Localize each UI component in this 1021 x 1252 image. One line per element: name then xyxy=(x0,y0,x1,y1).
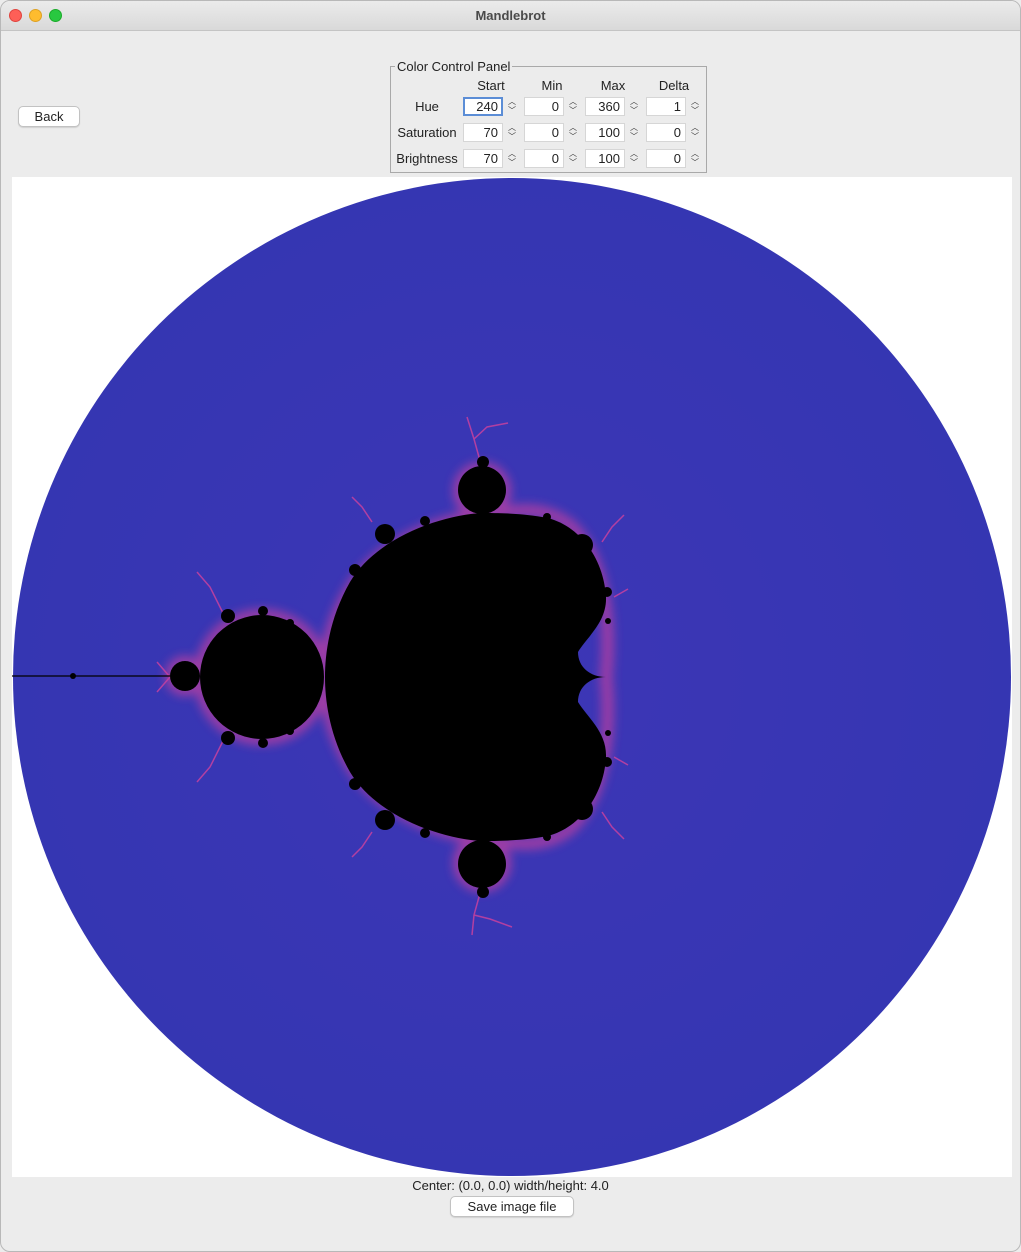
hue-start-field[interactable]: 240 xyxy=(463,97,503,116)
app-window: Mandlebrot Back Color Control Panel Star… xyxy=(0,0,1021,1252)
column-header-min: Min xyxy=(541,78,563,93)
chevron-down-icon[interactable]: ﹀ xyxy=(689,132,701,141)
color-control-panel: Color Control Panel Start Min Max Delta … xyxy=(390,59,707,173)
window-title: Mandlebrot xyxy=(475,8,546,23)
top-bulb xyxy=(458,466,506,514)
brightness-delta-field[interactable]: 0 xyxy=(646,149,686,168)
brightness-start-field[interactable]: 70 xyxy=(463,149,503,168)
title-bar: Mandlebrot xyxy=(1,1,1020,31)
chevron-up-icon[interactable]: ︿ xyxy=(506,123,518,132)
chevron-up-icon[interactable]: ︿ xyxy=(628,123,640,132)
hue-delta-field[interactable]: 1 xyxy=(646,97,686,116)
main-cardioid xyxy=(325,513,607,841)
chevron-down-icon[interactable]: ﹀ xyxy=(567,158,579,167)
chevron-down-icon[interactable]: ﹀ xyxy=(628,132,640,141)
left-bulb xyxy=(170,661,200,691)
chevron-up-icon[interactable]: ︿ xyxy=(689,97,701,106)
fractal-canvas[interactable] xyxy=(12,177,1012,1177)
column-header-max: Max xyxy=(600,78,626,93)
hue-max-spinner[interactable]: ︿ ﹀ xyxy=(628,97,640,116)
chevron-down-icon[interactable]: ﹀ xyxy=(567,132,579,141)
mandelbrot-image[interactable] xyxy=(12,177,1012,1177)
hue-delta-spinner[interactable]: ︿ ﹀ xyxy=(689,97,701,116)
row-label-saturation: Saturation xyxy=(397,125,457,140)
chevron-up-icon[interactable]: ︿ xyxy=(567,149,579,158)
row-label-hue: Hue xyxy=(415,99,439,114)
bottom-mini-bulb xyxy=(477,886,489,898)
brightness-delta-spinner[interactable]: ︿ ﹀ xyxy=(689,149,701,168)
row-label-brightness: Brightness xyxy=(396,151,458,166)
antenna-mini-brot xyxy=(70,673,76,679)
chevron-up-icon[interactable]: ︿ xyxy=(628,149,640,158)
chevron-down-icon[interactable]: ﹀ xyxy=(628,158,640,167)
hue-min-field[interactable]: 0 xyxy=(524,97,564,116)
top-mini-bulb xyxy=(477,456,489,468)
brightness-max-field[interactable]: 100 xyxy=(585,149,625,168)
hue-min-spinner[interactable]: ︿ ﹀ xyxy=(567,97,579,116)
hue-max-field[interactable]: 360 xyxy=(585,97,625,116)
chevron-down-icon[interactable]: ﹀ xyxy=(628,106,640,115)
saturation-delta-spinner[interactable]: ︿ ﹀ xyxy=(689,123,701,142)
saturation-min-spinner[interactable]: ︿ ﹀ xyxy=(567,123,579,142)
chevron-up-icon[interactable]: ︿ xyxy=(506,149,518,158)
chevron-down-icon[interactable]: ﹀ xyxy=(506,158,518,167)
period-2-bulb xyxy=(200,615,324,739)
chevron-up-icon[interactable]: ︿ xyxy=(689,123,701,132)
saturation-start-field[interactable]: 70 xyxy=(463,123,503,142)
saturation-max-field[interactable]: 100 xyxy=(585,123,625,142)
hue-start-spinner[interactable]: ︿ ﹀ xyxy=(506,97,518,116)
chevron-down-icon[interactable]: ﹀ xyxy=(689,158,701,167)
view-status: Center: (0.0, 0.0) width/height: 4.0 xyxy=(412,1178,609,1193)
panel-title: Color Control Panel xyxy=(395,59,513,74)
save-image-button[interactable]: Save image file xyxy=(450,1196,574,1217)
chevron-up-icon[interactable]: ︿ xyxy=(567,97,579,106)
saturation-start-spinner[interactable]: ︿ ﹀ xyxy=(506,123,518,142)
bottom-bulb xyxy=(458,840,506,888)
chevron-up-icon[interactable]: ︿ xyxy=(567,123,579,132)
saturation-min-field[interactable]: 0 xyxy=(524,123,564,142)
column-header-delta: Delta xyxy=(658,78,690,93)
chevron-up-icon[interactable]: ︿ xyxy=(506,97,518,106)
brightness-start-spinner[interactable]: ︿ ﹀ xyxy=(506,149,518,168)
chevron-down-icon[interactable]: ﹀ xyxy=(506,106,518,115)
brightness-max-spinner[interactable]: ︿ ﹀ xyxy=(628,149,640,168)
chevron-down-icon[interactable]: ﹀ xyxy=(567,106,579,115)
chevron-up-icon[interactable]: ︿ xyxy=(628,97,640,106)
back-button[interactable]: Back xyxy=(18,106,80,127)
chevron-up-icon[interactable]: ︿ xyxy=(689,149,701,158)
brightness-min-field[interactable]: 0 xyxy=(524,149,564,168)
chevron-down-icon[interactable]: ﹀ xyxy=(689,106,701,115)
saturation-max-spinner[interactable]: ︿ ﹀ xyxy=(628,123,640,142)
brightness-min-spinner[interactable]: ︿ ﹀ xyxy=(567,149,579,168)
column-header-start: Start xyxy=(477,78,505,93)
saturation-delta-field[interactable]: 0 xyxy=(646,123,686,142)
chevron-down-icon[interactable]: ﹀ xyxy=(506,132,518,141)
